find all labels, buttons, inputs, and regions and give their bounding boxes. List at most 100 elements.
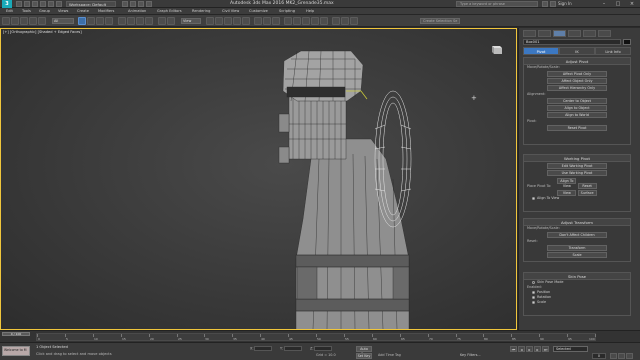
affect-object-only-button[interactable]: Affect Object Only bbox=[547, 78, 607, 84]
modify-tab-icon[interactable] bbox=[538, 30, 551, 37]
menu-views[interactable]: Views bbox=[58, 8, 68, 15]
menu-modifiers[interactable]: Modifiers bbox=[98, 8, 114, 15]
reset-pivot-button[interactable]: Reset Pivot bbox=[547, 125, 607, 131]
select-object-icon[interactable] bbox=[78, 17, 86, 25]
adjust-transform-title[interactable]: Adjust Transform bbox=[524, 219, 630, 226]
key-mode-dropdown[interactable]: Selected bbox=[553, 346, 588, 352]
dont-affect-children-button[interactable]: Don't Affect Children bbox=[547, 232, 607, 238]
z-field[interactable] bbox=[314, 346, 333, 351]
undo-icon[interactable] bbox=[40, 1, 46, 7]
align-to-world-button[interactable]: Align to World bbox=[547, 112, 607, 118]
save-file-icon[interactable] bbox=[32, 1, 38, 7]
spinner-snap-icon[interactable] bbox=[242, 17, 250, 25]
angle-snap-icon[interactable] bbox=[224, 17, 232, 25]
use-working-pivot-button[interactable]: Use Working Pivot bbox=[547, 170, 607, 176]
rendered-frame-icon[interactable] bbox=[341, 17, 349, 25]
named-selection-input[interactable]: Create Selection Se bbox=[420, 18, 460, 24]
align-to-view-button[interactable]: Align To View bbox=[557, 178, 577, 188]
create-tab-icon[interactable] bbox=[523, 30, 536, 37]
tab-pivot[interactable]: Pivot bbox=[523, 47, 559, 55]
tab-ik[interactable]: IK bbox=[559, 47, 595, 55]
project-folder-icon[interactable] bbox=[56, 1, 62, 7]
goto-end-icon[interactable]: ⏭ bbox=[542, 346, 549, 352]
graphite-toggle-icon[interactable] bbox=[293, 17, 301, 25]
align-icon[interactable] bbox=[272, 17, 280, 25]
add-time-tag[interactable]: Add Time Tag bbox=[378, 353, 401, 357]
maxscript-listener[interactable]: Welcome to M bbox=[2, 346, 30, 356]
menu-rendering[interactable]: Rendering bbox=[192, 8, 210, 15]
tab-link-info[interactable]: Link Info bbox=[595, 47, 631, 55]
selection-filter-dropdown[interactable]: All bbox=[52, 18, 74, 24]
working-pivot-title[interactable]: Working Pivot bbox=[524, 155, 630, 162]
layer-manager-icon[interactable] bbox=[284, 17, 292, 25]
unlink-icon[interactable] bbox=[29, 17, 37, 25]
object-color-swatch[interactable] bbox=[623, 39, 631, 45]
place-view-button[interactable]: View bbox=[557, 190, 577, 196]
move-icon[interactable] bbox=[118, 17, 126, 25]
keyboard-shortcut-icon[interactable] bbox=[206, 17, 214, 25]
menu-customize[interactable]: Customize bbox=[249, 8, 268, 15]
minimize-button[interactable]: – bbox=[598, 0, 610, 8]
reset-transform-button[interactable]: Transform bbox=[547, 245, 607, 251]
place-surface-button[interactable]: Surface bbox=[577, 190, 597, 196]
menu-scripting[interactable]: Scripting bbox=[279, 8, 295, 15]
perspective-viewport[interactable]: [+] [Orthographic] [Shaded + Edged Faces… bbox=[0, 28, 517, 330]
pan-icon[interactable] bbox=[618, 353, 625, 359]
menu-create[interactable]: Create bbox=[77, 8, 89, 15]
menu-help[interactable]: Help bbox=[306, 8, 314, 15]
account-icon[interactable] bbox=[550, 1, 556, 7]
place-icon[interactable] bbox=[145, 17, 153, 25]
reference-coordinate-dropdown[interactable]: View bbox=[181, 18, 201, 24]
orbit-icon[interactable] bbox=[626, 353, 633, 359]
edit-working-pivot-button[interactable]: Edit Working Pivot bbox=[547, 163, 607, 169]
close-button[interactable]: × bbox=[626, 0, 638, 8]
search-input[interactable]: Type a keyword or phrase bbox=[456, 1, 538, 7]
align-to-object-button[interactable]: Align to Object bbox=[547, 105, 607, 111]
select-by-name-icon[interactable] bbox=[87, 17, 95, 25]
affect-pivot-only-button[interactable]: Affect Pivot Only bbox=[547, 71, 607, 77]
menu-animation[interactable]: Animation bbox=[128, 8, 146, 15]
object-name-field[interactable]: Box001 bbox=[523, 39, 621, 45]
key-filters-button[interactable]: Key Filters... bbox=[460, 353, 481, 357]
redo-icon[interactable] bbox=[48, 1, 54, 7]
curve-editor-icon[interactable] bbox=[302, 17, 310, 25]
viewport-label[interactable]: [+] [Orthographic] [Shaded + Edged Faces… bbox=[3, 30, 82, 34]
utilities-tab-icon[interactable] bbox=[598, 30, 611, 37]
current-frame-field[interactable]: 0 bbox=[592, 353, 606, 359]
link-icon[interactable] bbox=[20, 17, 28, 25]
menu-group[interactable]: Group bbox=[39, 8, 50, 15]
menu-graph-editors[interactable]: Graph Editors bbox=[157, 8, 182, 15]
window-crossing-icon[interactable] bbox=[105, 17, 113, 25]
motion-tab-icon[interactable] bbox=[568, 30, 581, 37]
hierarchy-tab-icon[interactable] bbox=[553, 30, 566, 37]
tool-icon-3[interactable] bbox=[138, 1, 144, 7]
percent-snap-icon[interactable] bbox=[233, 17, 241, 25]
redo-tool-icon[interactable] bbox=[11, 17, 19, 25]
scale-icon[interactable] bbox=[136, 17, 144, 25]
align-to-view-checkbox[interactable]: Align To View bbox=[524, 196, 630, 201]
zoom-icon[interactable] bbox=[610, 353, 617, 359]
menu-civil-view[interactable]: Civil View bbox=[222, 8, 239, 15]
play-icon[interactable]: ▸ bbox=[526, 346, 533, 352]
bind-spacewarp-icon[interactable] bbox=[38, 17, 46, 25]
y-field[interactable] bbox=[283, 346, 302, 351]
menu-tools[interactable]: Tools bbox=[22, 8, 31, 15]
tool-icon-4[interactable] bbox=[146, 1, 152, 7]
app-logo[interactable]: 3 bbox=[2, 0, 12, 8]
auto-key-button[interactable]: Auto Key bbox=[356, 346, 372, 356]
workspace-select[interactable]: Workspace: Default bbox=[66, 1, 116, 7]
schematic-view-icon[interactable] bbox=[311, 17, 319, 25]
search-icon[interactable] bbox=[542, 1, 548, 7]
scale-checkbox[interactable]: Scale bbox=[524, 300, 630, 305]
render-production-icon[interactable] bbox=[350, 17, 358, 25]
time-slider[interactable]: 0 / 100 bbox=[2, 332, 30, 336]
center-to-object-button[interactable]: Center to Object bbox=[547, 98, 607, 104]
affect-hierarchy-only-button[interactable]: Affect Hierarchy Only bbox=[547, 85, 607, 91]
tool-icon-1[interactable] bbox=[122, 1, 128, 7]
maximize-button[interactable]: □ bbox=[612, 0, 624, 8]
edit-named-sel-icon[interactable] bbox=[254, 17, 262, 25]
new-file-icon[interactable] bbox=[16, 1, 22, 7]
goto-start-icon[interactable]: ⏮ bbox=[510, 346, 517, 352]
viewcube-icon[interactable] bbox=[489, 43, 503, 55]
undo-tool-icon[interactable] bbox=[2, 17, 10, 25]
